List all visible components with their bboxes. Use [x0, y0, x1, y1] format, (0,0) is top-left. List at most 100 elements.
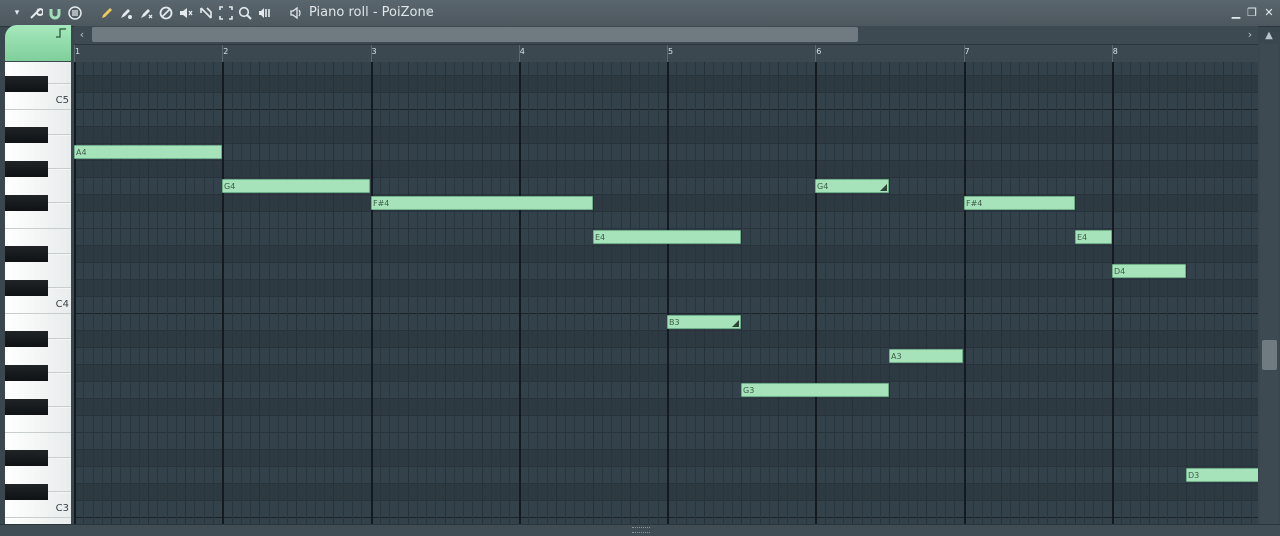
black-key[interactable]: [5, 127, 48, 143]
step-line: [1186, 62, 1187, 524]
step-line: [880, 62, 881, 524]
black-key[interactable]: [5, 450, 48, 466]
step-line: [658, 62, 659, 524]
note[interactable]: A4: [74, 145, 222, 159]
speaker-icon[interactable]: [287, 4, 305, 22]
scroll-right-icon[interactable]: ›: [1242, 26, 1258, 44]
step-line: [769, 62, 770, 524]
note[interactable]: E4: [593, 230, 741, 244]
note[interactable]: F#4: [371, 196, 593, 210]
grid-row-dark: [74, 365, 1258, 382]
step-line: [352, 62, 353, 524]
horizontal-scroll-thumb[interactable]: [92, 27, 858, 42]
step-line: [695, 62, 696, 524]
grid-row-line: [74, 92, 1258, 93]
note[interactable]: F#4: [964, 196, 1075, 210]
close-icon[interactable]: ✕: [1261, 4, 1277, 22]
black-key[interactable]: [5, 195, 48, 211]
step-line: [1177, 62, 1178, 524]
black-key[interactable]: [5, 246, 48, 262]
step-line: [1149, 62, 1150, 524]
note-label: D3: [1188, 471, 1200, 480]
step-line: [435, 62, 436, 524]
note-label: A4: [76, 148, 87, 157]
slide-corner-icon: [732, 320, 739, 327]
zoom-icon[interactable]: [236, 4, 254, 22]
vertical-scroll-thumb[interactable]: [1262, 340, 1277, 370]
step-line: [380, 62, 381, 524]
title-dropdown-icon[interactable]: ▾: [426, 4, 431, 22]
mute-icon[interactable]: [177, 4, 195, 22]
step-line: [584, 62, 585, 524]
scroll-up-icon[interactable]: ▲: [1260, 28, 1278, 44]
black-key[interactable]: [5, 399, 48, 415]
step-line: [398, 62, 399, 524]
restore-icon[interactable]: ❐: [1244, 4, 1260, 22]
minimize-icon[interactable]: ▁: [1228, 4, 1244, 22]
step-line: [83, 62, 84, 524]
step-line: [1232, 62, 1233, 524]
step-line: [1065, 62, 1066, 524]
piano-keyboard[interactable]: C5 C4 C3: [5, 62, 71, 524]
note[interactable]: D4: [1112, 264, 1186, 278]
step-line: [343, 62, 344, 524]
note[interactable]: G4: [815, 179, 889, 193]
step-line: [778, 62, 779, 524]
magnet-icon[interactable]: [46, 4, 64, 22]
step-line: [982, 62, 983, 524]
step-line: [528, 62, 529, 524]
step-line: [1075, 62, 1076, 524]
step-line: [500, 62, 501, 524]
step-line: [445, 62, 446, 524]
pencil-icon[interactable]: [98, 4, 116, 22]
resize-grip-icon[interactable]: [632, 527, 650, 533]
bottom-resize-strip[interactable]: [0, 524, 1280, 536]
black-key[interactable]: [5, 365, 48, 381]
note[interactable]: E4: [1075, 230, 1112, 244]
vertical-scrollbar[interactable]: ▲: [1260, 30, 1278, 524]
menu-arrow-icon[interactable]: ▾: [8, 4, 26, 22]
wrench-icon[interactable]: [27, 4, 45, 22]
step-line: [556, 62, 557, 524]
black-key[interactable]: [5, 484, 48, 500]
black-key[interactable]: [5, 331, 48, 347]
step-line: [602, 62, 603, 524]
horizontal-scrollbar[interactable]: ‹ ›: [74, 26, 1258, 45]
black-key[interactable]: [5, 280, 48, 296]
black-key[interactable]: [5, 161, 48, 177]
playback-icon[interactable]: [256, 4, 274, 22]
slice-icon[interactable]: [197, 4, 215, 22]
note-label: E4: [595, 233, 606, 242]
note-label: F#4: [373, 199, 390, 208]
bar-number: 7: [964, 47, 970, 56]
step-line: [1223, 62, 1224, 524]
step-line: [834, 62, 835, 524]
delete-icon[interactable]: [157, 4, 175, 22]
note[interactable]: G3: [741, 383, 889, 397]
step-line: [936, 62, 937, 524]
time-ruler[interactable]: 123456789: [74, 45, 1266, 63]
step-line: [120, 62, 121, 524]
step-line: [148, 62, 149, 524]
bar-number: 8: [1112, 47, 1118, 56]
grid-row-dark: [74, 484, 1258, 501]
paint-drums-icon[interactable]: [137, 4, 155, 22]
step-line: [361, 62, 362, 524]
note[interactable]: A3: [889, 349, 963, 363]
note-grid[interactable]: A4 G4 F#4 E4 B3 G3 G4 A3 F#4 E4 D4 D3: [74, 62, 1258, 524]
target-icon[interactable]: [66, 4, 84, 22]
note[interactable]: B3: [667, 315, 741, 329]
step-line: [621, 62, 622, 524]
note[interactable]: D3: [1186, 468, 1258, 482]
window-title[interactable]: Piano roll - PoiZone: [309, 4, 434, 22]
select-icon[interactable]: [217, 4, 235, 22]
step-line: [917, 62, 918, 524]
step-line: [1102, 62, 1103, 524]
note-tool-tab[interactable]: [5, 25, 71, 61]
step-line: [648, 62, 649, 524]
paint-icon[interactable]: [117, 4, 135, 22]
note[interactable]: G4: [222, 179, 370, 193]
black-key[interactable]: [5, 76, 48, 92]
scroll-left-icon[interactable]: ‹: [74, 26, 90, 44]
step-line: [704, 62, 705, 524]
